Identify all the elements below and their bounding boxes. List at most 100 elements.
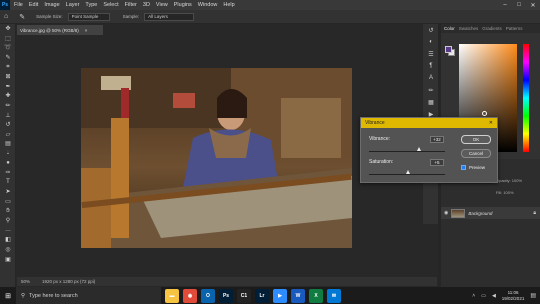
history-brush-icon[interactable]: ↺	[0, 120, 16, 130]
tab-gradients[interactable]: Gradients	[482, 26, 502, 31]
saturation-slider-thumb[interactable]	[406, 170, 411, 174]
menu-image[interactable]: Image	[44, 2, 59, 8]
zoom-taskbar-icon[interactable]: ▶	[273, 288, 287, 303]
start-button[interactable]: ⊞	[0, 287, 16, 304]
history-icon[interactable]: ↺	[423, 24, 439, 36]
minimize-button[interactable]: –	[498, 0, 512, 10]
document-image[interactable]	[81, 68, 352, 248]
adjustments-icon[interactable]: ◐	[423, 36, 439, 48]
character-icon[interactable]: A	[423, 72, 439, 84]
menu-type[interactable]: Type	[85, 2, 97, 8]
document-tab[interactable]: Vibrance.jpg @ 50% (RGB/8) ×	[17, 25, 103, 35]
taskbar-search-box[interactable]: ⚲ Type here to search	[16, 287, 161, 304]
brush-settings-icon[interactable]: ✏	[423, 84, 439, 96]
clock[interactable]: 11:06 19/02/2021	[502, 290, 525, 301]
chrome-taskbar-icon[interactable]: ◉	[183, 288, 197, 303]
zoom-level[interactable]: 50%	[21, 279, 30, 284]
chevron-up-icon[interactable]: ˄	[472, 293, 475, 299]
network-icon[interactable]: ▭	[481, 293, 486, 299]
layer-row-background[interactable]: ◉ Background 🔒︎	[441, 207, 540, 219]
eyedropper-tool-icon[interactable]: ✎	[19, 13, 25, 21]
tab-swatches[interactable]: Swatches	[459, 26, 479, 31]
lightroom-taskbar-icon[interactable]: Lr	[255, 288, 269, 303]
quick-select-icon[interactable]: ✎	[0, 53, 16, 63]
paragraph-icon[interactable]: ¶	[423, 60, 439, 72]
screen-mode-icon[interactable]: ▣	[0, 254, 16, 264]
eyedropper-icon[interactable]: ✒	[0, 82, 16, 92]
notifications-icon[interactable]: ▤	[530, 292, 536, 299]
layer-thumbnail	[451, 208, 466, 218]
lasso-icon[interactable]: ➰	[0, 43, 16, 53]
file-explorer-taskbar-icon[interactable]: ▬	[165, 288, 179, 303]
word-taskbar-icon[interactable]: W	[291, 288, 305, 303]
sample-size-select[interactable]: Point Sample	[67, 12, 110, 21]
vibrance-slider-track[interactable]	[369, 151, 445, 152]
brush-icon[interactable]: ✏	[0, 101, 16, 111]
sample-select[interactable]: All Layers	[144, 12, 195, 21]
hue-slider[interactable]	[523, 44, 529, 152]
dodge-icon[interactable]: ●	[0, 158, 16, 168]
document-info[interactable]: 1920 px x 1280 px (72 ppi)	[42, 279, 95, 284]
type-icon[interactable]: T	[0, 178, 16, 188]
dialog-title-bar[interactable]: Vibrance ✕	[361, 118, 497, 128]
foreground-background-swatch[interactable]	[445, 46, 455, 56]
move-icon[interactable]: ✥	[0, 24, 16, 34]
home-icon[interactable]: ⌂	[4, 13, 8, 20]
mail-taskbar-icon[interactable]: ✉	[327, 288, 341, 303]
hand-icon[interactable]: ✋︎	[0, 206, 16, 216]
gradient-icon[interactable]: ▤	[0, 139, 16, 149]
healing-icon[interactable]: ✚	[0, 91, 16, 101]
libraries-icon[interactable]: ▦	[423, 96, 439, 108]
blur-icon[interactable]: 💧︎	[0, 149, 16, 159]
quick-mask-icon[interactable]: ◎	[0, 245, 16, 255]
menu-layer[interactable]: Layer	[66, 2, 80, 8]
visibility-eye-icon[interactable]: ◉	[444, 210, 448, 216]
preview-checkbox[interactable]	[461, 165, 466, 170]
dialog-title: Vibrance	[365, 120, 385, 126]
crop-icon[interactable]: ⌗	[0, 62, 16, 72]
vibrance-slider-thumb[interactable]	[416, 147, 421, 151]
outlook-taskbar-icon[interactable]: O	[201, 288, 215, 303]
window-controls: – □ ✕	[498, 0, 540, 10]
preview-checkbox-row[interactable]: Preview	[461, 165, 485, 170]
marquee-icon[interactable]: ⬚	[0, 34, 16, 44]
saturation-slider-track[interactable]	[369, 174, 445, 175]
photoshop-taskbar-icon[interactable]: Ps	[219, 288, 233, 303]
saturation-value-input[interactable]: +5	[430, 159, 444, 166]
more-tools-icon[interactable]: …	[0, 225, 16, 235]
frame-icon[interactable]: ⊠	[0, 72, 16, 82]
menu-select[interactable]: Select	[103, 2, 118, 8]
opacity-field[interactable]: Opacity: 100%	[496, 177, 536, 184]
close-window-button[interactable]: ✕	[526, 0, 540, 10]
menu-filter[interactable]: Filter	[125, 2, 137, 8]
volume-icon[interactable]: ◀	[492, 293, 496, 299]
fill-field[interactable]: Fill: 100%	[496, 189, 536, 196]
excel-taskbar-icon[interactable]: X	[309, 288, 323, 303]
maximize-button[interactable]: □	[512, 0, 526, 10]
menu-view[interactable]: View	[156, 2, 168, 8]
capture-one-taskbar-icon[interactable]: C1	[237, 288, 251, 303]
menu-window[interactable]: Window	[198, 2, 218, 8]
zoom-icon[interactable]: ⚲	[0, 216, 16, 226]
menu-file[interactable]: File	[14, 2, 23, 8]
vibrance-value-input[interactable]: +32	[430, 136, 444, 143]
foreground-background-icon[interactable]: ◧	[0, 235, 16, 245]
menu-bar: Ps File Edit Image Layer Type Select Fil…	[0, 0, 540, 10]
menu-3d[interactable]: 3D	[143, 2, 150, 8]
properties-icon[interactable]: ☰	[423, 48, 439, 60]
menu-edit[interactable]: Edit	[29, 2, 38, 8]
dialog-close-icon[interactable]: ✕	[489, 120, 493, 126]
shape-icon[interactable]: ▭	[0, 197, 16, 207]
eraser-icon[interactable]: ▱	[0, 130, 16, 140]
stamp-icon[interactable]: ⊥	[0, 110, 16, 120]
tab-patterns[interactable]: Patterns	[506, 26, 523, 31]
sample-size-label: Sample Size:	[36, 14, 63, 19]
close-tab-icon[interactable]: ×	[85, 28, 88, 33]
path-select-icon[interactable]: ➤	[0, 187, 16, 197]
tab-color[interactable]: Color	[444, 26, 455, 31]
ok-button[interactable]: OK	[461, 135, 491, 144]
menu-help[interactable]: Help	[223, 2, 234, 8]
pen-icon[interactable]: ✑	[0, 168, 16, 178]
cancel-button[interactable]: Cancel	[461, 149, 491, 158]
menu-plugins[interactable]: Plugins	[174, 2, 192, 8]
